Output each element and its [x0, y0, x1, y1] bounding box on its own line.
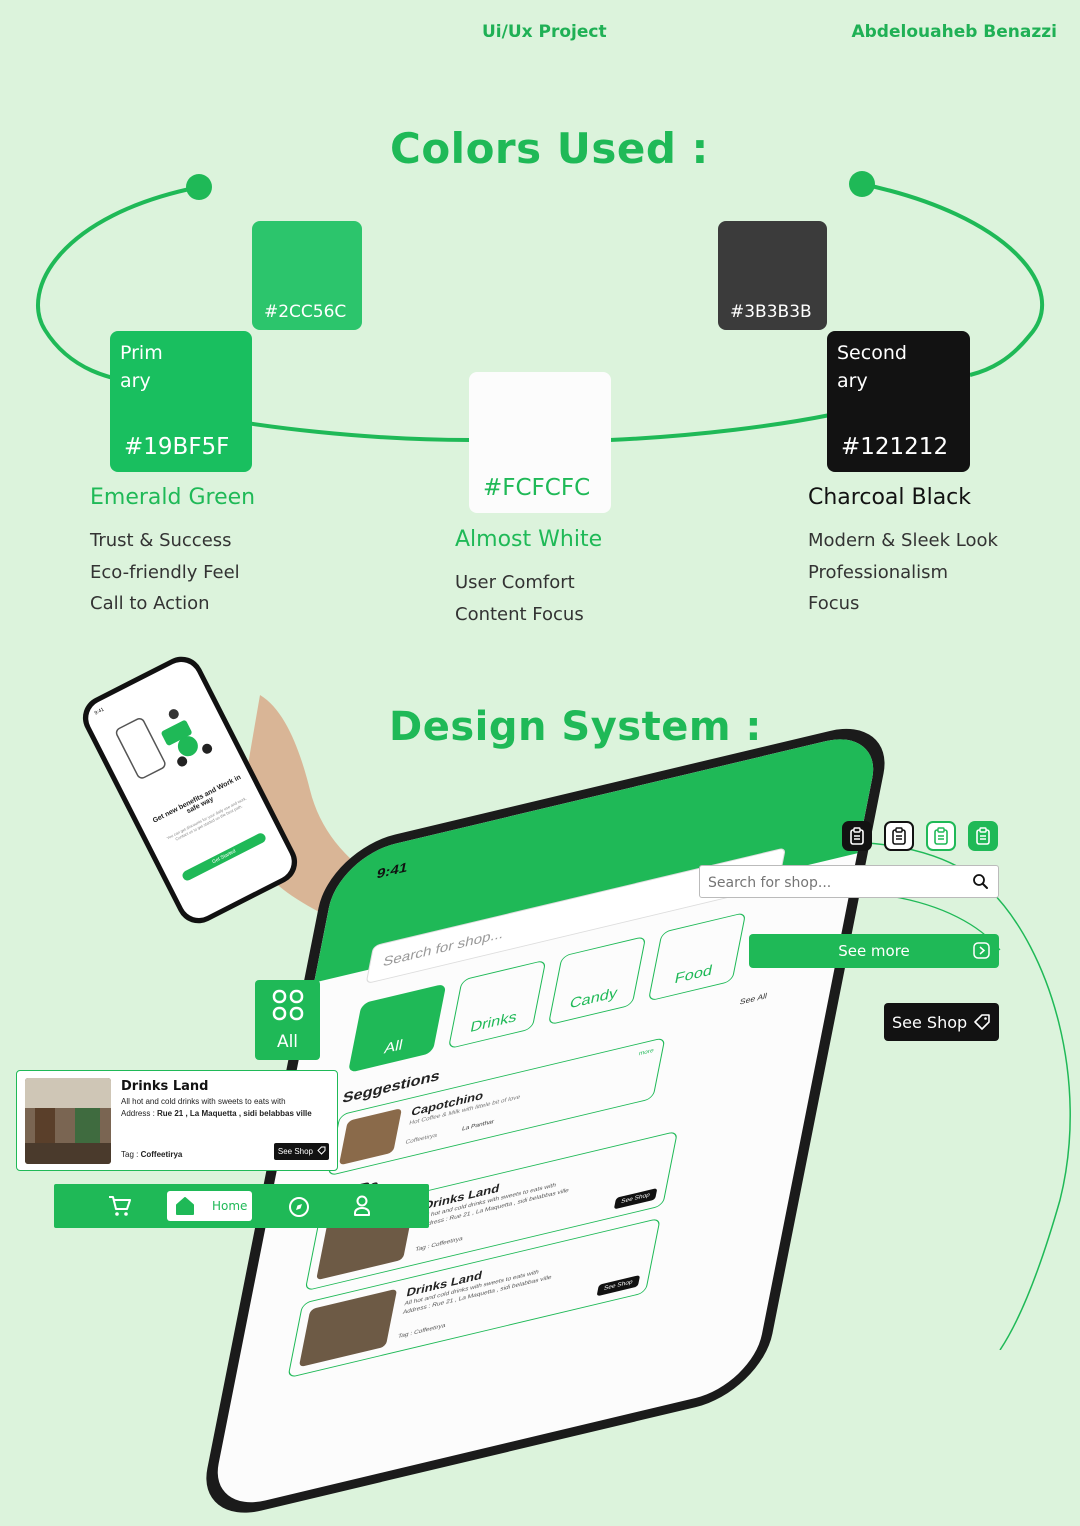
- shop-card-image: [25, 1078, 111, 1164]
- white-name: Almost White: [455, 527, 603, 552]
- category-all-label: All: [276, 1032, 299, 1052]
- ring-dot-right: [849, 171, 875, 197]
- swatch-role-cont: ary: [120, 370, 151, 392]
- swatch-role-cont: ary: [837, 370, 868, 392]
- suggestion-shop: Coffeetirya: [404, 1132, 438, 1146]
- shop-card-address: Address : Rue 21 , La Maquetta , sidi be…: [121, 1108, 321, 1119]
- shop-see-shop-button[interactable]: See Shop: [613, 1187, 658, 1210]
- clipboard-icon[interactable]: [968, 821, 998, 851]
- clipboard-icon[interactable]: [926, 821, 956, 851]
- emerald-features: Trust & Success Eco-friendly Feel Call t…: [90, 525, 240, 620]
- feature-item: Modern & Sleek Look: [808, 530, 998, 551]
- bottom-navbar: Home: [54, 1184, 429, 1228]
- suggestion-tag: La Panthar: [461, 1119, 495, 1133]
- category-all-chip[interactable]: All: [255, 980, 320, 1060]
- status-time: 9:41: [93, 706, 106, 717]
- shop-card-desc: All hot and cold drinks with sweets to e…: [121, 1097, 286, 1106]
- clipboard-icon[interactable]: [842, 821, 872, 851]
- shop-card-component[interactable]: Drinks Land All hot and cold drinks with…: [16, 1070, 338, 1171]
- swatch-role: Second: [837, 342, 907, 364]
- shop-tag: Tag : Coffeetirya: [414, 1236, 464, 1254]
- feature-item: Eco-friendly Feel: [90, 561, 240, 583]
- swatch-primary: Prim ary #19BF5F: [110, 331, 252, 472]
- charcoal-name: Charcoal Black: [808, 485, 972, 510]
- user-icon[interactable]: [353, 1195, 371, 1217]
- feature-item: Call to Action: [90, 593, 210, 614]
- address-value: Rue 21 , La Maquetta , sidi belabbas vil…: [157, 1109, 312, 1118]
- tag-icon: [317, 1146, 326, 1155]
- suggestion-image: [338, 1108, 403, 1166]
- category-food[interactable]: Food: [647, 911, 747, 1002]
- tag-icon: [974, 1014, 990, 1030]
- see-shop-button[interactable]: See Shop: [884, 1003, 999, 1041]
- compass-icon[interactable]: [288, 1196, 310, 1218]
- swatch-3b3b3b: #3B3B3B: [718, 221, 827, 330]
- feature-item: Professionalism: [808, 561, 949, 583]
- ring-dot-left: [186, 174, 212, 200]
- address-label: Address :: [121, 1109, 158, 1118]
- swatch-almost-white: #FCFCFC: [469, 372, 611, 513]
- swatch-hex: #19BF5F: [124, 434, 230, 460]
- swatch-2cc56c: #2CC56C: [252, 221, 362, 330]
- shop-tag: Tag : Coffeetirya: [397, 1323, 446, 1341]
- shop-card-button-label: See Shop: [277, 1147, 313, 1156]
- shop-image: [298, 1288, 398, 1368]
- feature-item: Trust & Success: [90, 530, 232, 551]
- clipboard-icon: [850, 827, 864, 845]
- category-all[interactable]: All: [347, 983, 447, 1074]
- clipboard-icon: [976, 827, 990, 845]
- see-shop-label: See Shop: [892, 1012, 968, 1032]
- category-candy[interactable]: Candy: [547, 935, 647, 1026]
- clipboard-icon[interactable]: [884, 821, 914, 851]
- clipboard-icon: [892, 827, 906, 845]
- swatch-hex: #121212: [841, 434, 949, 460]
- clipboard-icon: [934, 827, 948, 845]
- feature-item: Focus: [808, 593, 860, 614]
- search-input[interactable]: [700, 866, 970, 899]
- swatch-role: Prim: [120, 342, 163, 364]
- see-all-link[interactable]: See All: [739, 991, 768, 1006]
- colors-title: Colors Used :: [390, 124, 709, 173]
- shop-card-tag: Tag : Coffeetirya: [121, 1150, 182, 1159]
- swatch-hex: #FCFCFC: [483, 475, 591, 501]
- swatch-hex: #2CC56C: [264, 302, 347, 322]
- feature-item: User Comfort: [455, 572, 575, 593]
- swatch-secondary: Second ary #121212: [827, 331, 970, 472]
- see-more-button[interactable]: See more: [749, 934, 999, 968]
- category-drinks[interactable]: Drinks: [447, 959, 547, 1050]
- white-features: User Comfort Content Focus: [455, 567, 584, 630]
- nav-home-label: Home: [212, 1199, 248, 1213]
- shop-card-title: Drinks Land: [121, 1079, 209, 1094]
- suggestion-more[interactable]: more: [638, 1048, 654, 1057]
- charcoal-features: Modern & Sleek Look Professionalism Focu…: [808, 525, 998, 620]
- home-icon: [176, 1197, 194, 1215]
- tag-value: Coffeetirya: [140, 1150, 183, 1159]
- shop-card-button[interactable]: See Shop: [273, 1143, 329, 1160]
- emerald-name: Emerald Green: [90, 485, 256, 510]
- see-more-label: See more: [838, 942, 910, 960]
- swatch-hex: #3B3B3B: [730, 302, 812, 322]
- cart-icon[interactable]: [108, 1195, 132, 1217]
- search-icon[interactable]: [972, 873, 989, 890]
- shop-see-shop-button[interactable]: See Shop: [596, 1274, 641, 1297]
- search-bar[interactable]: [699, 865, 999, 899]
- nav-home-active[interactable]: Home: [167, 1191, 252, 1221]
- tag-label: Tag :: [121, 1150, 141, 1159]
- get-started-button[interactable]: Get Started: [180, 831, 268, 883]
- grid-icon: [272, 989, 304, 1021]
- feature-item: Content Focus: [455, 603, 584, 625]
- arrow-right-icon: [973, 942, 990, 959]
